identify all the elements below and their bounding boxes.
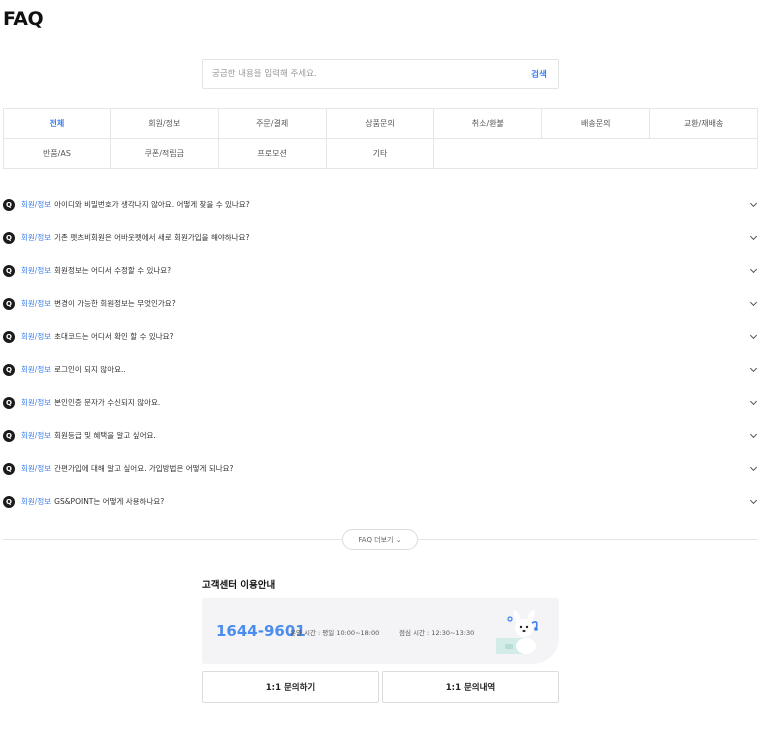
tab-delivery-inquiry[interactable]: 배송문의	[542, 109, 651, 139]
faq-question: 회원등급 및 혜택을 알고 싶어요.	[54, 431, 156, 440]
faq-more-button[interactable]: FAQ 더보기 ⌄	[342, 529, 418, 550]
faq-list: Q 회원/정보 아이디와 비밀번호가 생각나지 않아요. 어떻게 찾을 수 있나요?…	[3, 188, 758, 518]
chevron-down-icon[interactable]	[749, 265, 758, 273]
faq-category: 회원/정보	[21, 365, 52, 374]
q-icon: Q	[3, 462, 15, 475]
chevron-down-icon[interactable]	[749, 430, 758, 438]
search-box: 검색	[202, 59, 559, 89]
q-icon: Q	[3, 330, 15, 343]
chevron-down-icon[interactable]	[749, 364, 758, 372]
category-empty-cell	[650, 139, 758, 169]
q-icon: Q	[3, 429, 15, 442]
chevron-down-icon[interactable]	[749, 298, 758, 306]
q-icon: Q	[3, 396, 15, 409]
faq-item[interactable]: Q 회원/정보 회원등급 및 혜택을 알고 싶어요.	[3, 419, 758, 452]
q-icon: Q	[3, 264, 15, 277]
category-empty-cell	[542, 139, 651, 169]
tab-exchange-redelivery[interactable]: 교환/재배송	[650, 109, 758, 139]
faq-item[interactable]: Q 회원/정보 아이디와 비밀번호가 생각나지 않아요. 어떻게 찾을 수 있나요?	[3, 188, 758, 221]
faq-question: 변경이 가능한 회원정보는 무엇인가요?	[54, 299, 176, 308]
customer-center-card: 1644-9601 운영 시간 : 평일 10:00~18:00 점심 시간 :…	[202, 598, 559, 664]
faq-question: 간편가입에 대해 알고 싶어요. 가입방법은 어떻게 되나요?	[54, 464, 234, 473]
tab-coupon-points[interactable]: 쿠폰/적립금	[110, 139, 219, 169]
faq-item[interactable]: Q 회원/정보 간편가입에 대해 알고 싶어요. 가입방법은 어떻게 되나요?	[3, 452, 758, 485]
faq-item[interactable]: Q 회원/정보 변경이 가능한 회원정보는 무엇인가요?	[3, 287, 758, 320]
tab-cancel-refund[interactable]: 취소/환불	[434, 109, 543, 139]
chevron-down-icon[interactable]	[749, 232, 758, 240]
category-tabs: 전체 회원/정보 주문/결제 상품문의 취소/환불 배송문의 교환/재배송 반품…	[3, 108, 758, 169]
q-icon: Q	[3, 495, 15, 508]
q-icon: Q	[3, 231, 15, 244]
page-title: FAQ	[3, 8, 44, 30]
tab-member-info[interactable]: 회원/정보	[110, 109, 219, 139]
faq-item[interactable]: Q 회원/정보 GS&POINT는 어떻게 사용하나요?	[3, 485, 758, 518]
one-to-one-history-button[interactable]: 1:1 문의내역	[382, 671, 559, 703]
faq-category: 회원/정보	[21, 464, 52, 473]
faq-item[interactable]: Q 회원/정보 기존 펫츠비회원은 어바웃펫에서 새로 회원가입을 해야하나요?	[3, 221, 758, 254]
faq-question: 기존 펫츠비회원은 어바웃펫에서 새로 회원가입을 해야하나요?	[54, 233, 250, 242]
faq-question: 로그인이 되지 않아요..	[54, 365, 126, 374]
chevron-down-icon[interactable]	[749, 199, 758, 207]
faq-item[interactable]: Q 회원/정보 초대코드는 어디서 확인 할 수 있나요?	[3, 320, 758, 353]
one-to-one-inquiry-button[interactable]: 1:1 문의하기	[202, 671, 379, 703]
faq-item[interactable]: Q 회원/정보 회원정보는 어디서 수정할 수 있나요?	[3, 254, 758, 287]
faq-category: 회원/정보	[21, 431, 52, 440]
tab-promotion[interactable]: 프로모션	[218, 139, 327, 169]
q-icon: Q	[3, 198, 15, 211]
faq-category: 회원/정보	[21, 398, 52, 407]
q-icon: Q	[3, 297, 15, 310]
operating-hours: 운영 시간 : 평일 10:00~18:00	[290, 629, 380, 637]
faq-question: 아이디와 비밀번호가 생각나지 않아요. 어떻게 찾을 수 있나요?	[54, 200, 250, 209]
q-icon: Q	[3, 363, 15, 376]
tab-return-as[interactable]: 반품/AS	[3, 139, 111, 169]
faq-question: GS&POINT는 어떻게 사용하나요?	[54, 497, 165, 506]
faq-category: 회원/정보	[21, 266, 52, 275]
chevron-down-icon[interactable]	[749, 463, 758, 471]
faq-question: 초대코드는 어디서 확인 할 수 있나요?	[54, 332, 174, 341]
faq-category: 회원/정보	[21, 299, 52, 308]
tab-order-payment[interactable]: 주문/결제	[218, 109, 327, 139]
customer-center-title: 고객센터 이용안내	[202, 580, 276, 591]
chevron-down-icon[interactable]	[749, 496, 758, 504]
faq-item[interactable]: Q 회원/정보 로그인이 되지 않아요..	[3, 353, 758, 386]
chevron-down-icon[interactable]	[749, 331, 758, 339]
chevron-down-icon[interactable]	[749, 397, 758, 405]
tab-etc[interactable]: 기타	[326, 139, 435, 169]
tab-all[interactable]: 전체	[3, 109, 111, 139]
tab-product-inquiry[interactable]: 상품문의	[326, 109, 435, 139]
faq-category: 회원/정보	[21, 497, 52, 506]
faq-question: 회원정보는 어디서 수정할 수 있나요?	[54, 266, 172, 275]
faq-category: 회원/정보	[21, 233, 52, 242]
category-empty-cell	[434, 139, 543, 169]
lunch-hours: 점심 시간 : 12:30~13:30	[399, 629, 475, 637]
faq-category: 회원/정보	[21, 200, 52, 209]
mascot-illustration	[496, 610, 538, 654]
search-button[interactable]: 검색	[520, 68, 558, 80]
faq-item[interactable]: Q 회원/정보 본인인증 문자가 수신되지 않아요.	[3, 386, 758, 419]
faq-question: 본인인증 문자가 수신되지 않아요.	[54, 398, 161, 407]
search-input[interactable]	[203, 60, 520, 88]
faq-category: 회원/정보	[21, 332, 52, 341]
